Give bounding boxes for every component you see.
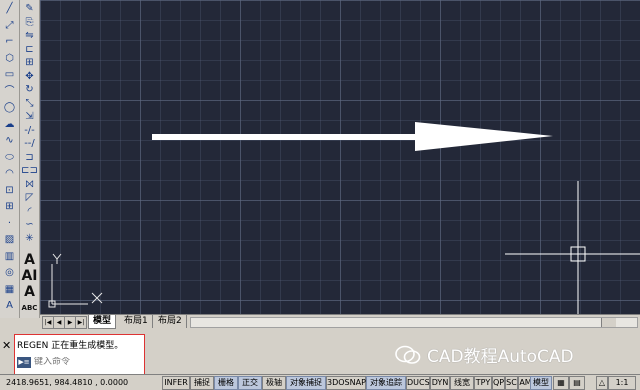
- multiline-text-icon[interactable]: A: [1, 299, 18, 313]
- status-toggle-10[interactable]: 线宽: [450, 376, 474, 390]
- chamfer-icon[interactable]: ◸: [21, 191, 38, 205]
- ellipse-arc-icon[interactable]: ◠: [1, 167, 18, 181]
- copy-icon[interactable]: ⎘: [21, 16, 38, 30]
- modify-toolbar: ✎ ⎘ ⇋ ⊏ ⊞ ✥ ↻ ⤡ ⇲ -/- --/⊐ ⊏⊐ ⨝ ◸ ◜ ∽ ✳ A AI A ABC: [20, 0, 40, 318]
- annotative-text-icon[interactable]: A: [21, 285, 38, 299]
- status-toggle-1[interactable]: 捕捉: [190, 376, 214, 390]
- layout-tab-bar: |◀ ◀ ▶ ▶| 模型 布局1 布局2: [40, 314, 640, 329]
- scale-icon[interactable]: ⤡: [21, 97, 38, 111]
- crosshair-cursor: [505, 181, 640, 314]
- ellipse-icon[interactable]: ⬭: [1, 151, 18, 165]
- status-toggle-3[interactable]: 正交: [238, 376, 262, 390]
- join-icon[interactable]: ⨝: [21, 178, 38, 192]
- command-input[interactable]: [34, 357, 129, 367]
- annotation-scale[interactable]: 1:1: [608, 376, 636, 390]
- erase-icon[interactable]: ✎: [21, 2, 38, 16]
- insert-block-icon[interactable]: ⊡: [1, 184, 18, 198]
- tab-layout2[interactable]: 布局2: [154, 315, 187, 328]
- move-icon[interactable]: ✥: [21, 70, 38, 84]
- stretch-icon[interactable]: ⇲: [21, 110, 38, 124]
- polyline-icon[interactable]: ⌐: [1, 35, 18, 49]
- text-icon[interactable]: A: [21, 253, 38, 267]
- cursor-coordinates: 2418.9651, 984.4810 , 0.0000: [6, 378, 129, 387]
- explode-icon[interactable]: ✳: [21, 232, 38, 246]
- close-icon[interactable]: ✕: [2, 339, 11, 352]
- status-toggle-tpy[interactable]: TPY: [474, 376, 492, 390]
- array-icon[interactable]: ⊞: [21, 56, 38, 70]
- watermark-text: CAD教程AutoCAD: [427, 347, 574, 367]
- region-icon[interactable]: ◎: [1, 266, 18, 280]
- blend-icon[interactable]: ∽: [21, 218, 38, 232]
- make-block-icon[interactable]: ⊞: [1, 200, 18, 214]
- arrow-shape[interactable]: [152, 122, 553, 151]
- point-icon[interactable]: ·: [1, 217, 18, 231]
- command-history: REGEN 正在重生成模型。: [17, 341, 124, 351]
- canvas-graphics: [48, 122, 640, 314]
- mirror-icon[interactable]: ⇋: [21, 29, 38, 43]
- status-toggle-3dosnap[interactable]: 3DOSNAP: [326, 376, 366, 390]
- spline-icon[interactable]: ∿: [1, 134, 18, 148]
- spell-check-icon[interactable]: ABC: [21, 301, 38, 315]
- hatch-icon[interactable]: ▨: [1, 233, 18, 247]
- fillet-icon[interactable]: ◜: [21, 205, 38, 219]
- status-toggle-sc[interactable]: SC: [505, 376, 518, 390]
- rotate-icon[interactable]: ↻: [21, 83, 38, 97]
- tab-model[interactable]: 模型: [88, 315, 117, 329]
- horizontal-scrollbar[interactable]: [190, 317, 638, 328]
- ucs-icon: [48, 264, 103, 308]
- command-prompt-icon[interactable]: ▶≡: [17, 356, 31, 368]
- status-toggle-5[interactable]: 对象捕捉: [286, 376, 326, 390]
- quick-view-drawings-icon[interactable]: ▤: [569, 376, 585, 390]
- table-icon[interactable]: ▦: [1, 283, 18, 297]
- status-toggle-2[interactable]: 栅格: [214, 376, 238, 390]
- watermark: CAD教程AutoCAD: [395, 342, 574, 367]
- status-toggle-7[interactable]: 对象追踪: [366, 376, 406, 390]
- rectangle-icon[interactable]: ▭: [1, 68, 18, 82]
- extend-icon[interactable]: --/: [21, 137, 38, 151]
- tab-layout1[interactable]: 布局1: [120, 315, 153, 328]
- drawing-canvas[interactable]: [40, 0, 640, 314]
- text-style-icon[interactable]: AI: [21, 269, 38, 283]
- draw-toolbar: ╱ ⤢ ⌐ ⬡ ▭ ⌒ ◯ ☁ ∿ ⬭ ◠ ⊡ ⊞ · ▨ ▥ ◎ ▦ A: [0, 0, 20, 318]
- status-toggle-qp[interactable]: QP: [492, 376, 505, 390]
- circle-icon[interactable]: ◯: [1, 101, 18, 115]
- break-at-point-icon[interactable]: ⊐: [21, 151, 38, 165]
- quick-view-layouts-icon[interactable]: ▦: [553, 376, 569, 390]
- status-toggle-ducs[interactable]: DUCS: [406, 376, 430, 390]
- scrollbar-thumb[interactable]: [601, 318, 616, 327]
- status-toggle-dyn[interactable]: DYN: [430, 376, 450, 390]
- annotation-scale-icon[interactable]: △: [596, 376, 608, 390]
- break-icon[interactable]: ⊏⊐: [21, 164, 38, 178]
- revision-cloud-icon[interactable]: ☁: [1, 118, 18, 132]
- trim-icon[interactable]: -/-: [21, 124, 38, 138]
- construction-line-icon[interactable]: ⤢: [1, 19, 18, 33]
- offset-icon[interactable]: ⊏: [21, 43, 38, 57]
- command-line: REGEN 正在重生成模型。 ▶≡: [14, 334, 145, 376]
- wechat-logo-icon: [395, 345, 421, 364]
- line-icon[interactable]: ╱: [1, 2, 18, 16]
- status-bar: 2418.9651, 984.4810 , 0.0000 INFER 捕捉 栅格 正交…: [0, 374, 640, 390]
- status-toggle-infer[interactable]: INFER: [162, 376, 190, 390]
- arc-icon[interactable]: ⌒: [1, 85, 18, 99]
- command-prompt-row: ▶≡: [17, 355, 129, 369]
- polygon-icon[interactable]: ⬡: [1, 52, 18, 66]
- last-tab-icon[interactable]: ▶|: [75, 316, 87, 329]
- gradient-icon[interactable]: ▥: [1, 250, 18, 264]
- model-space-button[interactable]: 模型: [530, 376, 552, 390]
- ucs-y-label-group: [52, 253, 62, 264]
- status-toggle-4[interactable]: 极轴: [262, 376, 286, 390]
